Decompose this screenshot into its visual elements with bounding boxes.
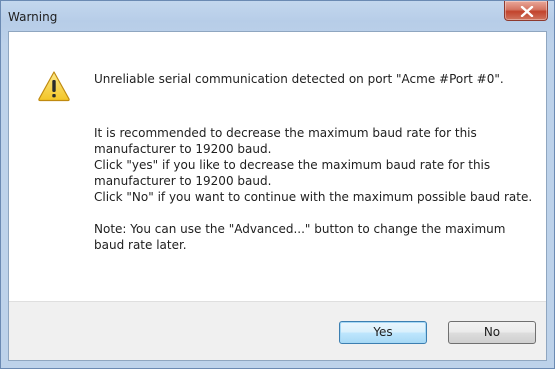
window-title: Warning [8,10,58,24]
message-line: Click "No" if you want to continue with … [94,190,533,204]
message-area: Unreliable serial communication detected… [9,32,546,301]
headline-text: Unreliable serial communication detected… [94,72,504,86]
note-text: Note: You can use the "Advanced..." butt… [94,222,506,252]
button-bar: Yes No [9,301,546,360]
no-button[interactable]: No [448,321,536,344]
close-button[interactable] [504,1,548,21]
yes-button[interactable]: Yes [339,321,427,344]
message-line: Click "yes" if you like to decrease the … [94,158,491,188]
close-icon [520,6,534,17]
message-line: It is recommended to decrease the maximu… [94,126,477,156]
dialog-window: Warning Unreliable serial communication … [0,0,555,369]
warning-triangle-icon [38,71,70,102]
message-body: It is recommended to decrease the maximu… [94,125,539,253]
dialog-client-area: Unreliable serial communication detected… [8,31,547,361]
